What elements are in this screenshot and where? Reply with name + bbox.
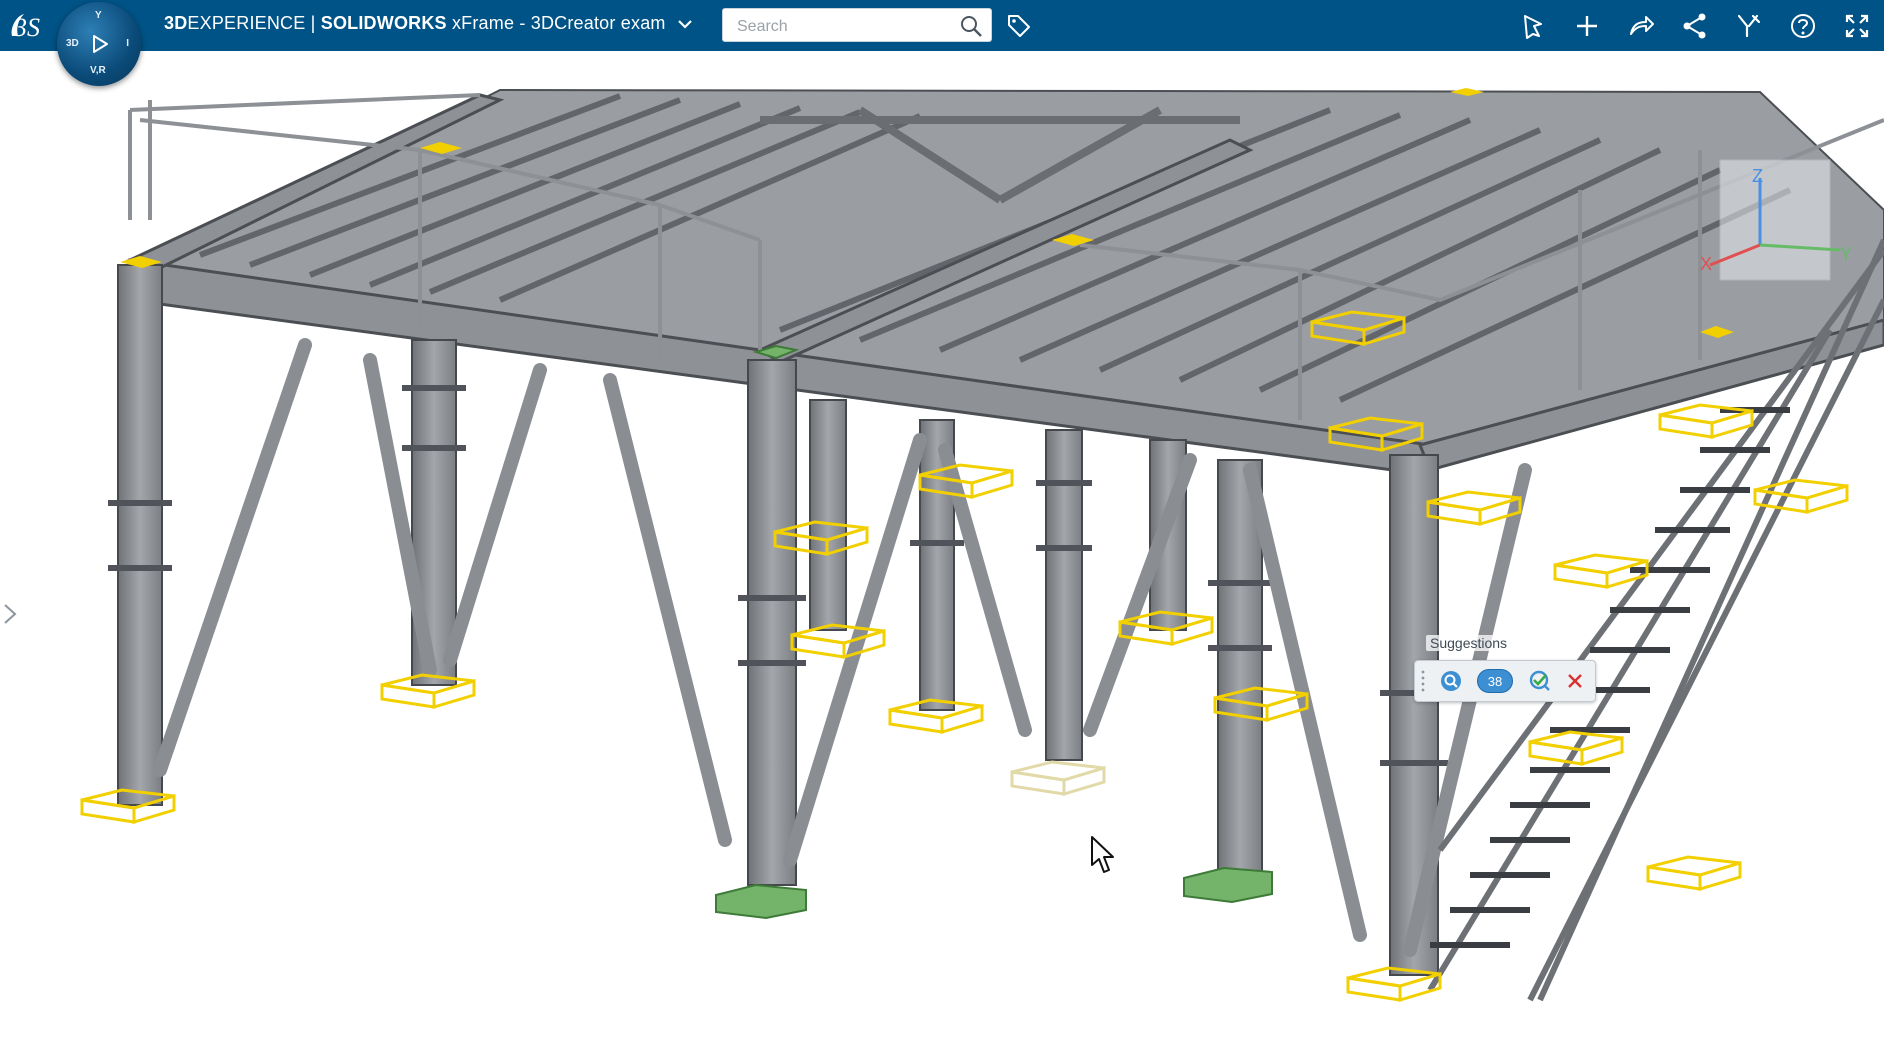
close-icon	[1568, 674, 1582, 688]
search-input[interactable]	[735, 15, 954, 39]
title-separator: |	[305, 13, 321, 33]
search-box	[722, 8, 992, 42]
window-title[interactable]: 3DEXPERIENCE | SOLIDWORKS xFrame - 3DCre…	[164, 13, 693, 34]
search-icon[interactable]	[959, 14, 983, 38]
play-icon[interactable]	[88, 33, 110, 55]
network-share-icon[interactable]	[1668, 0, 1722, 51]
top-bar: 3S 3DEXPERIENCE | SOLIDWORKS xFrame - 3D…	[0, 0, 1884, 51]
apply-suggestions-button[interactable]	[1525, 667, 1555, 695]
compass-3d-label: 3D	[66, 38, 79, 49]
chevron-down-icon[interactable]	[677, 19, 693, 29]
steel-structure-model[interactable]: Z X Y	[0, 51, 1884, 1058]
dassault-logo-icon[interactable]: 3S	[4, 6, 50, 46]
3d-viewport[interactable]: Z X Y Suggestions 38	[0, 51, 1884, 1058]
mouse-cursor-icon	[1091, 836, 1114, 873]
suggestions-panel: Suggestions 38	[1414, 632, 1596, 702]
suggestions-toolbar: 38	[1414, 660, 1596, 702]
triad-y-label: Y	[1840, 244, 1852, 264]
brand-rest: EXPERIENCE	[187, 13, 306, 33]
suggestion-count-button[interactable]: 38	[1475, 667, 1515, 695]
dismiss-suggestions-button[interactable]	[1561, 667, 1589, 695]
document-title: xFrame - 3DCreator exam	[446, 13, 666, 33]
help-icon[interactable]	[1776, 0, 1830, 51]
brand-bold: 3D	[164, 13, 188, 33]
tag-icon[interactable]	[1005, 12, 1033, 40]
tools-icon[interactable]	[1722, 0, 1776, 51]
find-suggestions-icon	[1441, 671, 1461, 691]
feedback-icon[interactable]	[1506, 0, 1560, 51]
suggestions-title: Suggestions	[1426, 635, 1512, 651]
add-icon[interactable]	[1560, 0, 1614, 51]
app-name: SOLIDWORKS	[320, 13, 447, 33]
fullscreen-icon[interactable]	[1830, 0, 1884, 51]
suggestion-count-badge: 38	[1477, 669, 1513, 693]
triad-x-label: X	[1700, 254, 1712, 274]
find-suggestions-button[interactable]	[1435, 667, 1467, 695]
toolbar-icons	[1506, 0, 1884, 51]
triad-z-label: Z	[1752, 166, 1763, 186]
view-cube-triad: Z X Y	[1700, 159, 1852, 281]
drag-handle-icon[interactable]	[1421, 669, 1425, 693]
share-arrow-icon[interactable]	[1614, 0, 1668, 51]
compass-vr-label: V,R	[90, 65, 106, 76]
svg-text:3S: 3S	[13, 13, 40, 42]
compass-right-label: I	[126, 38, 129, 49]
compass-widget[interactable]: Y 3D I V,R	[57, 2, 141, 86]
chevron-right-icon[interactable]	[2, 601, 20, 627]
compass-top-label: Y	[95, 10, 102, 21]
apply-suggestions-icon	[1529, 670, 1550, 691]
